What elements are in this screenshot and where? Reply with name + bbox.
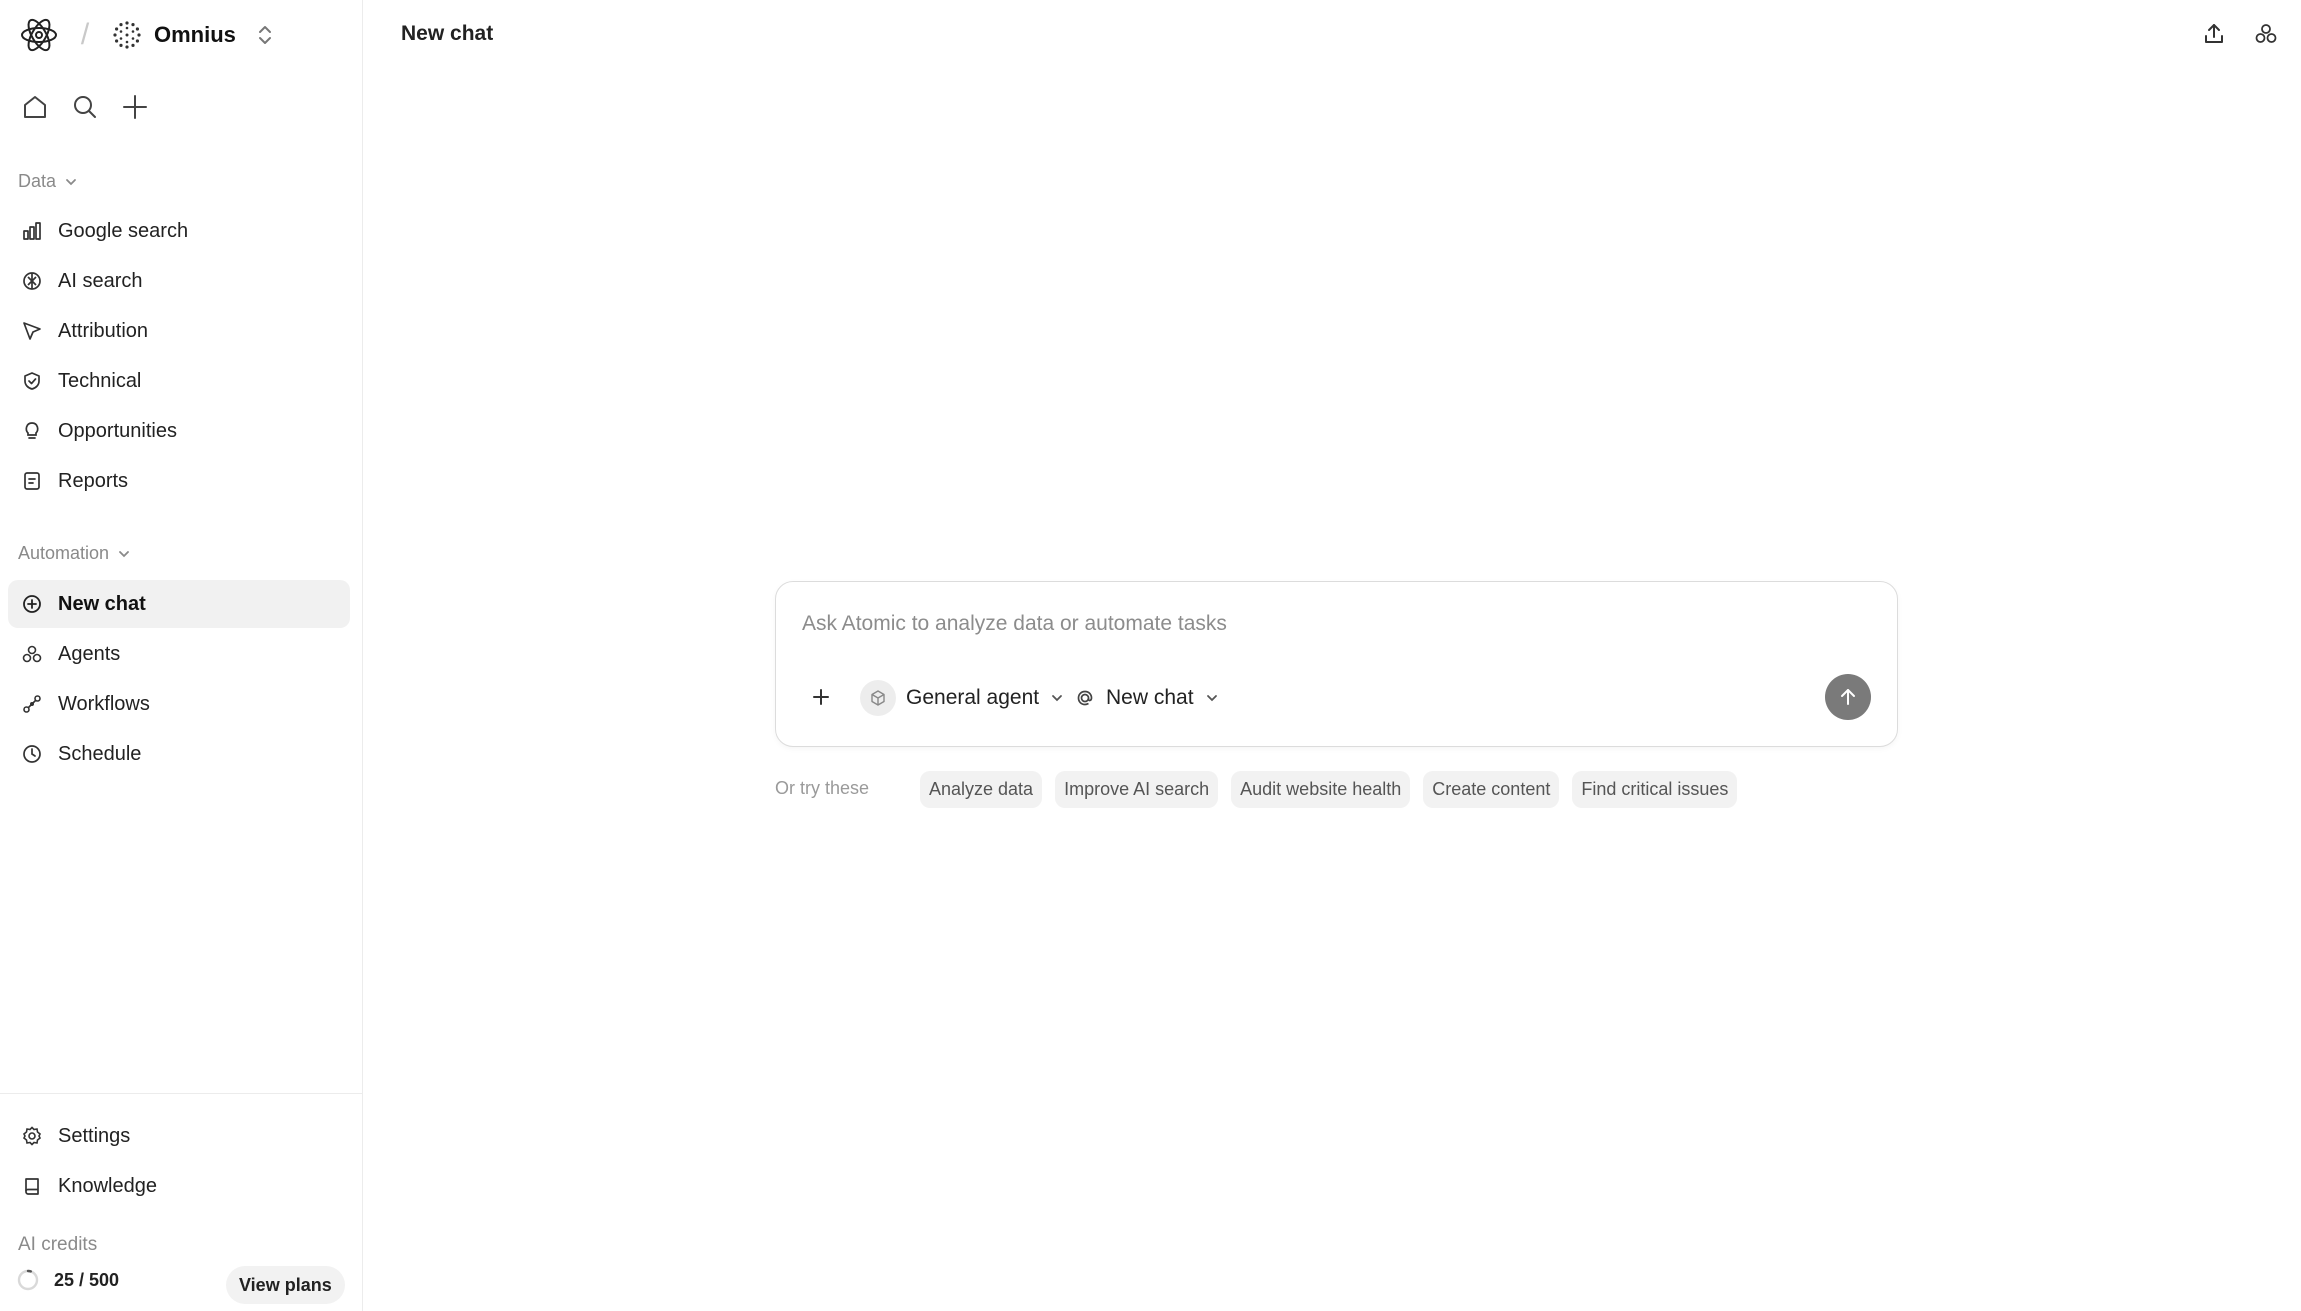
agent-cube-icon [860,680,896,716]
sidebar-item-schedule[interactable]: Schedule [8,730,350,778]
agents-icon [18,640,46,668]
agent-selector-label: General agent [906,686,1040,709]
chat-composer: General agent New chat [775,581,1898,747]
sidebar-divider [0,1093,363,1094]
at-sign-icon [1077,690,1093,706]
sidebar-item-opportunities[interactable]: Opportunities [8,407,350,455]
section-automation-toggle[interactable]: Automation [18,543,131,564]
suggestion-chip-audit-website-health[interactable]: Audit website health [1231,771,1411,808]
workspace-name[interactable]: Omnius [154,22,236,48]
credits-label: AI credits [18,1234,98,1255]
lightbulb-icon [18,417,46,445]
app-logo-icon[interactable] [18,14,60,56]
arrow-up-icon [1841,689,1855,705]
suggestion-chip-analyze-data[interactable]: Analyze data [920,771,1043,808]
sidebar-item-label: Google search [58,219,189,242]
brand-row: / Omnius [18,14,276,56]
ai-globe-icon [18,267,46,295]
agents-panel-icon[interactable] [2251,18,2281,50]
sidebar-item-agents[interactable]: Agents [8,630,350,678]
top-actions [2199,18,2281,50]
cursor-pointer-icon [18,317,46,345]
clock-icon [18,740,46,768]
suggestions-label: Or try these [775,778,870,798]
sidebar-item-settings[interactable]: Settings [8,1112,350,1160]
agent-selector[interactable]: General agent [860,679,1065,717]
sidebar-item-label: New chat [58,592,146,615]
plus-icon[interactable] [118,90,152,124]
sidebar-item-technical[interactable]: Technical [8,357,350,405]
bar-chart-icon [18,217,46,245]
gear-icon [18,1122,46,1150]
chevron-down-icon [1052,695,1063,702]
chat-selector-label: New chat [1106,686,1194,709]
prompt-input[interactable] [802,612,1702,636]
sidebar-item-ai-search[interactable]: AI search [8,257,350,305]
sidebar-item-label: Settings [58,1124,131,1147]
sidebar-item-attribution[interactable]: Attribution [8,307,350,355]
suggestion-chip-find-critical-issues[interactable]: Find critical issues [1572,771,1738,808]
suggestion-chips: Analyze data Improve AI search Audit web… [920,771,1738,808]
workflow-icon [18,690,46,718]
sidebar-item-label: Technical [58,369,142,392]
attach-plus-icon[interactable] [804,680,838,714]
sidebar-item-label: Knowledge [58,1174,157,1197]
section-data-toggle[interactable]: Data [18,171,78,192]
page-title: New chat [401,22,494,45]
chevron-down-icon [1206,695,1217,702]
sidebar-item-label: Workflows [58,692,150,715]
credits-progress-ring [17,1269,39,1291]
brand-separator: / [80,18,90,51]
workspace-switch-icon[interactable] [254,20,276,50]
sidebar-item-label: Attribution [58,319,149,342]
sidebar-item-knowledge[interactable]: Knowledge [8,1162,350,1210]
sidebar-item-workflows[interactable]: Workflows [8,680,350,728]
view-plans-button[interactable]: View plans [226,1266,345,1304]
chevron-down-icon [119,550,129,557]
sidebar-item-label: Opportunities [58,419,177,442]
plus-circle-icon [18,590,46,618]
sidebar-item-new-chat[interactable]: New chat [8,580,350,628]
home-icon[interactable] [18,90,52,124]
sidebar-item-label: Reports [58,469,129,492]
suggestion-chip-create-content[interactable]: Create content [1423,771,1560,808]
sidebar-item-google-search[interactable]: Google search [8,207,350,255]
shield-check-icon [18,367,46,395]
credits-count: 25 / 500 [54,1269,120,1290]
send-button[interactable] [1825,674,1871,720]
sidebar-item-reports[interactable]: Reports [8,457,350,505]
app-window: / Omnius Data Google search AI search At… [0,0,2301,1311]
book-icon [18,1172,46,1200]
section-label: Data [18,171,57,191]
workspace-avatar-icon[interactable] [110,18,144,52]
report-doc-icon [18,467,46,495]
chevron-down-icon [66,178,76,185]
quick-actions [18,90,152,124]
sidebar-item-label: Agents [58,642,121,665]
section-label: Automation [18,543,110,563]
sidebar-item-label: AI search [58,269,143,292]
sidebar: / Omnius Data Google search AI search At… [0,0,363,1311]
search-icon[interactable] [68,90,102,124]
share-upload-icon[interactable] [2199,18,2229,50]
credits-usage: 25 / 500 [16,1268,119,1292]
chat-selector[interactable]: New chat [1074,679,1220,717]
suggestion-chip-improve-ai-search[interactable]: Improve AI search [1055,771,1219,808]
sidebar-item-label: Schedule [58,742,142,765]
